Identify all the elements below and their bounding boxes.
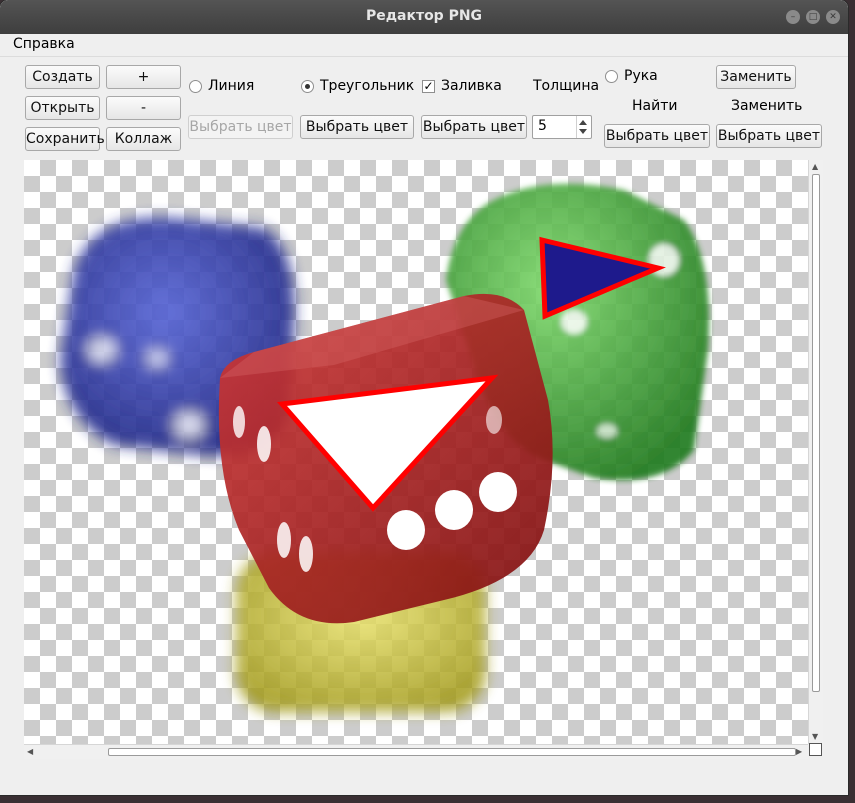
spin-down-icon[interactable] <box>579 129 587 134</box>
open-button[interactable]: Открыть <box>25 96 100 120</box>
line-label: Линия <box>208 78 255 94</box>
scroll-down-icon[interactable]: ▼ <box>812 732 818 742</box>
triangle-radio[interactable] <box>301 80 314 93</box>
line-radio[interactable] <box>189 80 202 93</box>
collage-button[interactable]: Коллаж <box>106 127 181 151</box>
replace-button[interactable]: Заменить <box>716 65 796 89</box>
fill-label: Заливка <box>441 78 502 94</box>
thickness-spinbox[interactable]: 5 <box>532 115 592 139</box>
fill-checkbox[interactable]: ✓ <box>422 80 435 93</box>
find-label: Найти <box>632 98 678 114</box>
fill-color-button[interactable]: Выбрать цвет <box>421 115 527 139</box>
title-bar[interactable]: Редактор PNG – □ ✕ <box>0 0 848 34</box>
hand-label: Рука <box>624 68 658 84</box>
menu-divider <box>0 56 848 57</box>
scroll-up-icon[interactable]: ▲ <box>812 162 818 172</box>
line-color-button[interactable]: Выбрать цвет <box>188 115 293 139</box>
menu-help[interactable]: Справка <box>13 36 75 52</box>
scroll-corner <box>809 743 822 756</box>
zoom-in-button[interactable]: + <box>106 65 181 89</box>
menu-bar: Справка <box>0 34 848 56</box>
horizontal-scroll-thumb[interactable] <box>108 748 796 756</box>
maximize-icon[interactable]: □ <box>806 10 820 24</box>
image-canvas[interactable] <box>24 160 808 744</box>
spin-up-icon[interactable] <box>579 120 587 125</box>
triangle-color-button[interactable]: Выбрать цвет <box>300 115 414 139</box>
minimize-icon[interactable]: – <box>786 10 800 24</box>
vertical-scrollbar[interactable]: ▲ ▼ <box>808 160 823 744</box>
save-button[interactable]: Сохранить <box>25 127 105 151</box>
triangle-label: Треугольник <box>320 78 415 94</box>
vertical-scroll-thumb[interactable] <box>812 174 820 692</box>
create-button[interactable]: Создать <box>25 65 100 89</box>
close-icon[interactable]: ✕ <box>826 10 840 24</box>
canvas-image <box>60 183 709 712</box>
zoom-out-button[interactable]: - <box>106 96 181 120</box>
replace-label: Заменить <box>731 98 803 114</box>
thickness-label: Толщина <box>533 78 600 94</box>
scroll-left-icon[interactable]: ◀ <box>27 747 33 757</box>
app-window: Редактор PNG – □ ✕ Справка Создать Откры… <box>0 0 848 795</box>
hand-radio[interactable] <box>605 70 618 83</box>
thickness-value: 5 <box>538 118 547 134</box>
window-title: Редактор PNG <box>365 8 483 24</box>
spin-arrows[interactable] <box>576 116 591 138</box>
scroll-right-icon[interactable]: ▶ <box>796 747 802 757</box>
horizontal-scrollbar[interactable]: ◀ ▶ <box>24 744 808 759</box>
replace-color-button[interactable]: Выбрать цвет <box>716 124 822 148</box>
find-color-button[interactable]: Выбрать цвет <box>604 124 710 148</box>
